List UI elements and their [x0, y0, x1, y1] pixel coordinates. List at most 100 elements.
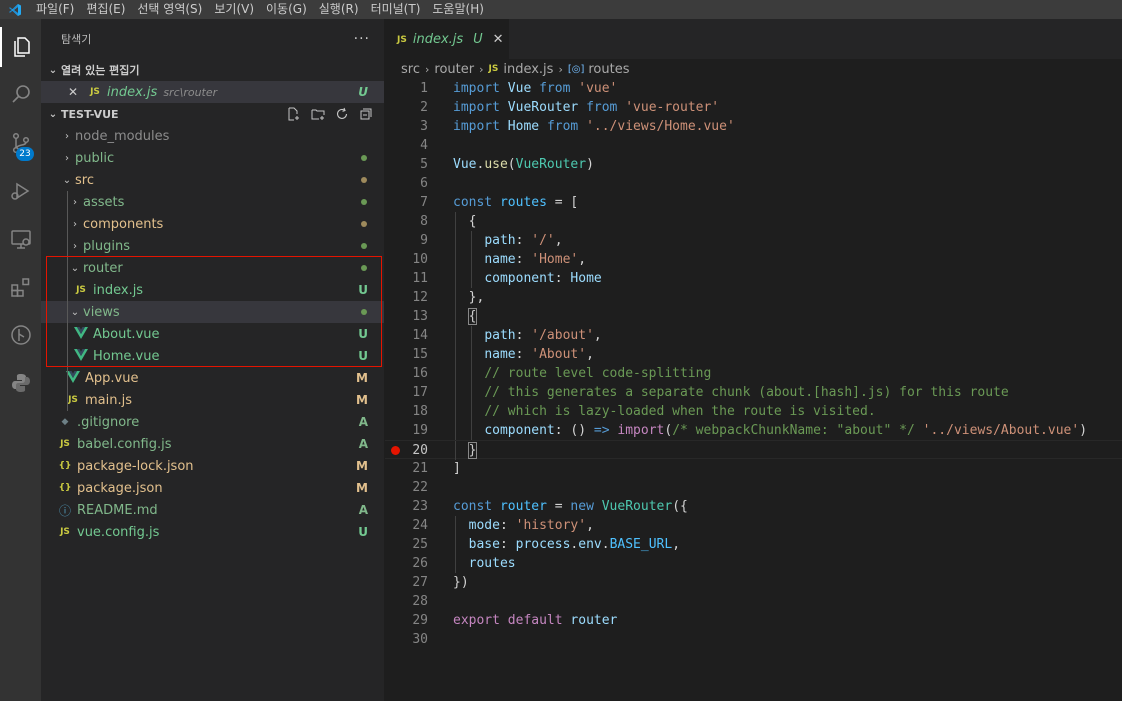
line-number[interactable]: 23	[385, 497, 428, 516]
tree-file-index-js[interactable]: JS index.js U	[41, 279, 384, 301]
code-line[interactable]: 25 base: process.env.BASE_URL,	[385, 535, 1122, 554]
search-icon[interactable]	[0, 75, 41, 115]
tree-folder-src[interactable]: ⌄ src	[41, 169, 384, 191]
code-line[interactable]: 11 component: Home	[385, 269, 1122, 288]
line-number[interactable]: 18	[385, 402, 428, 421]
line-number[interactable]: 16	[385, 364, 428, 383]
code-line[interactable]: 10 name: 'Home',	[385, 250, 1122, 269]
line-number[interactable]: 9	[385, 231, 428, 250]
code-line[interactable]: 17 // this generates a separate chunk (a…	[385, 383, 1122, 402]
menu-view[interactable]: 보기(V)	[208, 0, 260, 19]
line-number[interactable]: 27	[385, 573, 428, 592]
tab-index-js[interactable]: JS index.js U ✕	[385, 19, 509, 59]
tree-folder-node-modules[interactable]: › node_modules	[41, 125, 384, 147]
menu-help[interactable]: 도움말(H)	[426, 0, 490, 19]
line-number[interactable]: 19	[385, 421, 428, 440]
project-header[interactable]: ⌄ TEST-VUE	[41, 103, 384, 125]
line-number[interactable]: 13	[385, 307, 428, 326]
code-line[interactable]: 6	[385, 174, 1122, 193]
menu-selection[interactable]: 선택 영역(S)	[131, 0, 208, 19]
code-line[interactable]: 24 mode: 'history',	[385, 516, 1122, 535]
new-folder-icon[interactable]	[310, 106, 326, 122]
more-actions-icon[interactable]: ···	[354, 31, 370, 47]
code-line[interactable]: 12 },	[385, 288, 1122, 307]
line-number[interactable]: 12	[385, 288, 428, 307]
code-line[interactable]: 9 path: '/',	[385, 231, 1122, 250]
line-number[interactable]: 30	[385, 630, 428, 649]
line-number[interactable]: 4	[385, 136, 428, 155]
line-number[interactable]: 25	[385, 535, 428, 554]
code-editor[interactable]: 1 import Vue from 'vue' 2 import VueRouter …	[385, 79, 1122, 649]
code-line[interactable]: 14 path: '/about',	[385, 326, 1122, 345]
open-editor-item[interactable]: ✕ JS index.js src\router U	[41, 81, 384, 103]
code-line[interactable]: 4	[385, 136, 1122, 155]
menu-run[interactable]: 실행(R)	[313, 0, 365, 19]
line-number[interactable]: 11	[385, 269, 428, 288]
remote-explorer-icon[interactable]	[0, 219, 41, 259]
breadcrumb-src[interactable]: src	[401, 62, 420, 77]
tree-file-package-json[interactable]: {} package.json M	[41, 477, 384, 499]
line-number[interactable]: 14	[385, 326, 428, 345]
tree-folder-router[interactable]: ⌄ router	[41, 257, 384, 279]
tree-file-readme[interactable]: ⓘ README.md A	[41, 499, 384, 521]
menu-edit[interactable]: 편집(E)	[80, 0, 131, 19]
line-number[interactable]: 17	[385, 383, 428, 402]
line-number[interactable]: 24	[385, 516, 428, 535]
source-control-icon[interactable]: 23	[0, 123, 41, 163]
collapse-all-icon[interactable]	[358, 106, 374, 122]
code-line[interactable]: 27})	[385, 573, 1122, 592]
code-line[interactable]: 26 routes	[385, 554, 1122, 573]
tree-folder-views[interactable]: ⌄ views	[41, 301, 384, 323]
code-line[interactable]: 19 component: () => import(/* webpackChu…	[385, 421, 1122, 440]
code-line[interactable]: 30	[385, 630, 1122, 649]
line-number[interactable]: 6	[385, 174, 428, 193]
line-number[interactable]: 2	[385, 98, 428, 117]
code-line[interactable]: 7 const routes = [	[385, 193, 1122, 212]
line-number[interactable]: 7	[385, 193, 428, 212]
tree-file-vue-config[interactable]: JS vue.config.js U	[41, 521, 384, 543]
code-line[interactable]: 2 import VueRouter from 'vue-router'	[385, 98, 1122, 117]
line-number[interactable]: 28	[385, 592, 428, 611]
menu-go[interactable]: 이동(G)	[260, 0, 313, 19]
run-debug-icon[interactable]	[0, 171, 41, 211]
tree-folder-assets[interactable]: › assets	[41, 191, 384, 213]
git-graph-icon[interactable]	[0, 315, 41, 355]
tree-file-about-vue[interactable]: About.vue U	[41, 323, 384, 345]
menu-terminal[interactable]: 터미널(T)	[365, 0, 427, 19]
python-icon[interactable]	[0, 363, 41, 403]
menu-file[interactable]: 파일(F)	[30, 0, 80, 19]
tree-file-home-vue[interactable]: Home.vue U	[41, 345, 384, 367]
explorer-icon[interactable]	[0, 27, 41, 67]
code-line[interactable]: 29 export default router	[385, 611, 1122, 630]
new-file-icon[interactable]	[286, 106, 302, 122]
line-number[interactable]: 22	[385, 478, 428, 497]
code-line[interactable]: 1 import Vue from 'vue'	[385, 79, 1122, 98]
code-line[interactable]: 13 {	[385, 307, 1122, 326]
breadcrumb-file[interactable]: index.js	[503, 62, 553, 77]
code-line[interactable]: 3 import Home from '../views/Home.vue'	[385, 117, 1122, 136]
code-line[interactable]: 28	[385, 592, 1122, 611]
code-line[interactable]: 22	[385, 478, 1122, 497]
tree-folder-components[interactable]: › components	[41, 213, 384, 235]
code-line[interactable]: 18 // which is lazy-loaded when the rout…	[385, 402, 1122, 421]
code-line[interactable]: 23 const router = new VueRouter({	[385, 497, 1122, 516]
line-number[interactable]: 10	[385, 250, 428, 269]
code-line[interactable]: 5 Vue.use(VueRouter)	[385, 155, 1122, 174]
tree-folder-public[interactable]: › public	[41, 147, 384, 169]
breadcrumb-router[interactable]: router	[434, 62, 474, 77]
line-number[interactable]: 1	[385, 79, 428, 98]
tree-file-gitignore[interactable]: ◆ .gitignore A	[41, 411, 384, 433]
breadcrumb-symbol[interactable]: routes	[588, 62, 629, 77]
line-number[interactable]: 26	[385, 554, 428, 573]
line-number[interactable]: 21	[385, 459, 428, 478]
line-number[interactable]: 5	[385, 155, 428, 174]
tree-file-babel-config[interactable]: JS babel.config.js A	[41, 433, 384, 455]
open-editors-header[interactable]: ⌄ 열려 있는 편집기	[41, 59, 384, 81]
tree-file-main-js[interactable]: JS main.js M	[41, 389, 384, 411]
close-icon[interactable]: ✕	[65, 85, 81, 99]
code-line[interactable]: 15 name: 'About',	[385, 345, 1122, 364]
code-line[interactable]: 16 // route level code-splitting	[385, 364, 1122, 383]
tree-folder-plugins[interactable]: › plugins	[41, 235, 384, 257]
line-number[interactable]: 8	[385, 212, 428, 231]
close-icon[interactable]: ✕	[493, 32, 504, 47]
